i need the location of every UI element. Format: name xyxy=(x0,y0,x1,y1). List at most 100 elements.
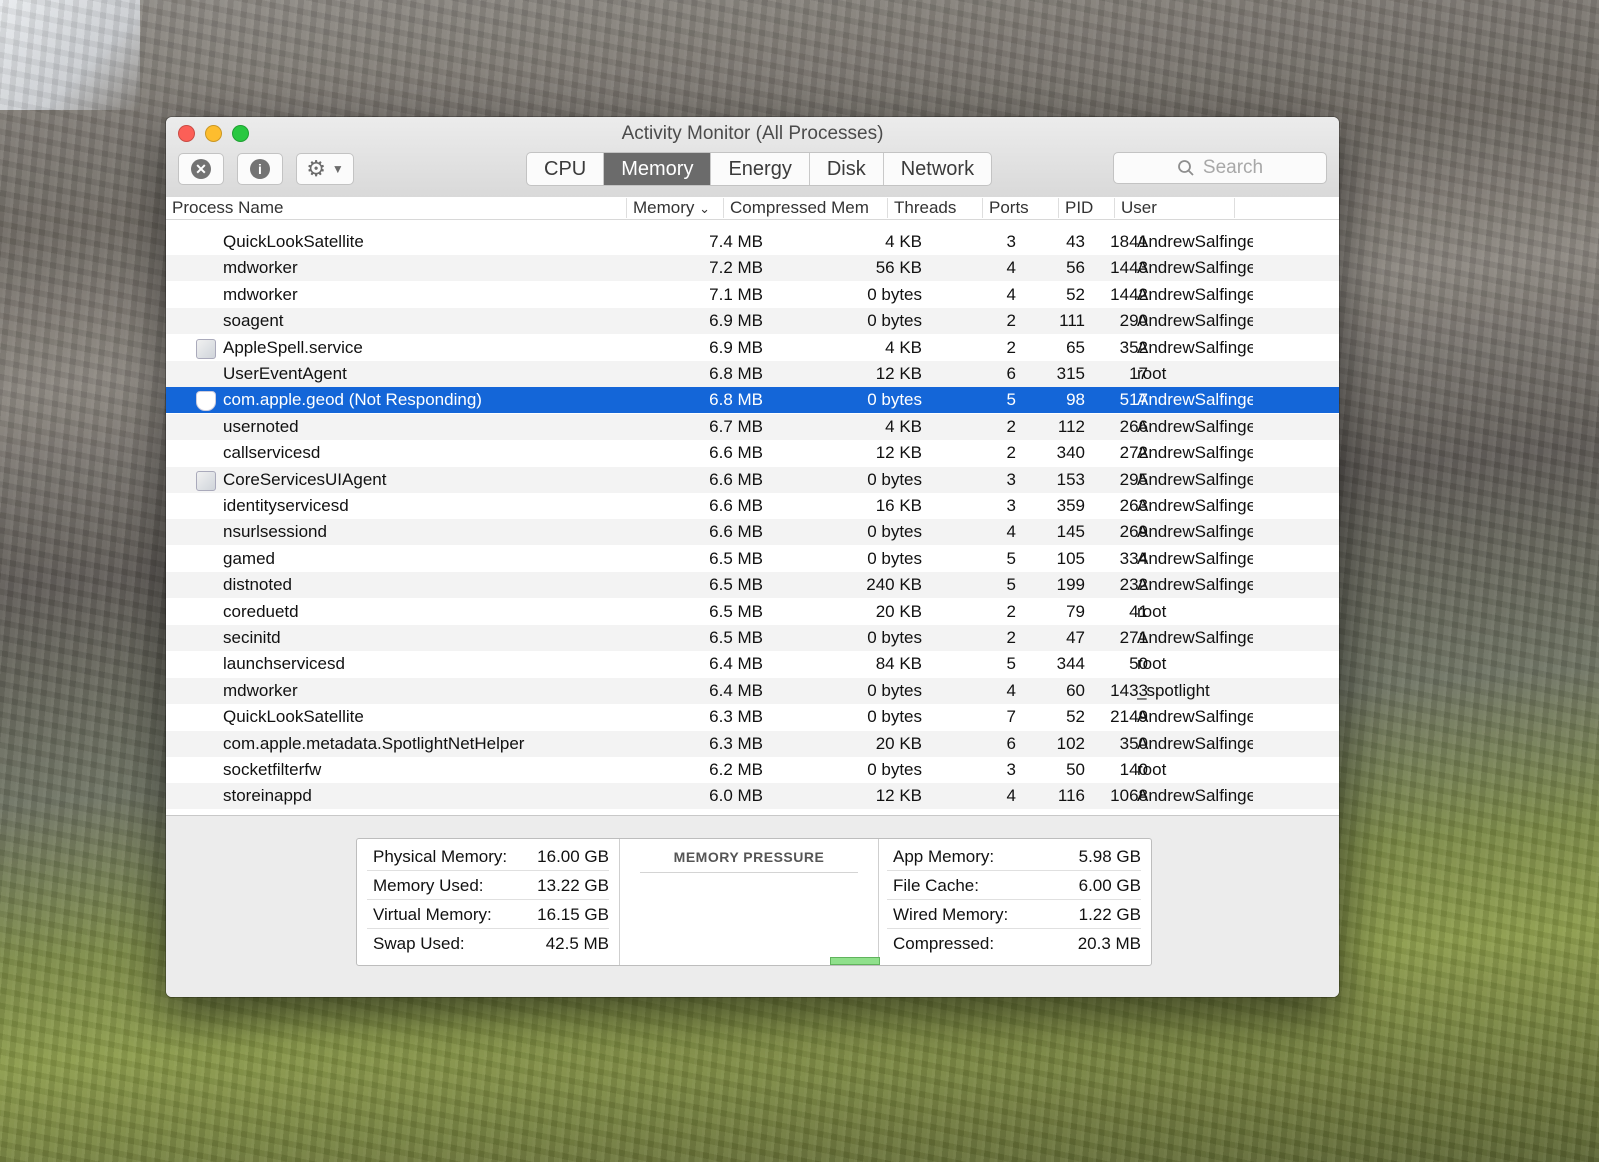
table-row[interactable]: QuickLookSatellite 6.3 MB 0 bytes 7 52 2149 An… xyxy=(166,704,1339,730)
table-row[interactable]: nsurlsessiond 6.6 MB 0 bytes 4 145 269 AndrewS… xyxy=(166,519,1339,546)
table-row[interactable]: coreduetd 6.5 MB 20 KB 2 79 41 root xyxy=(166,599,1339,625)
table-row[interactable]: gamed 6.5 MB 0 bytes 5 105 334 AndrewSalfinge xyxy=(166,546,1339,572)
cell-compressed: 12 KB xyxy=(875,443,922,463)
table-row[interactable]: QuickLookSatellite 7.4 MB 4 KB 3 43 1841 Andre… xyxy=(166,229,1339,255)
column-process-name[interactable]: Process Name xyxy=(166,198,627,218)
stat-label: Swap Used: xyxy=(373,934,465,953)
cell-ports: 145 xyxy=(1056,522,1085,542)
process-name: distnoted xyxy=(223,575,292,595)
cell-threads: 3 xyxy=(1006,496,1016,515)
column-ports[interactable]: Ports xyxy=(983,198,1059,218)
table-row[interactable]: com.apple.metadata.SpotlightNetHelper 6.3… xyxy=(166,730,1339,757)
table-row[interactable]: distnoted 6.5 MB 240 KB 5 199 232 AndrewSalfin… xyxy=(166,572,1339,599)
tab-energy[interactable]: Energy xyxy=(711,153,810,185)
tab-network[interactable]: Network xyxy=(884,153,991,185)
inspect-process-button[interactable]: i xyxy=(237,153,283,185)
stat-value: 20.3 MB xyxy=(1077,934,1141,953)
tab-disk[interactable]: Disk xyxy=(810,153,884,185)
table-row[interactable]: identityservicesd 6.6 MB 16 KB 3 359 263 Andre… xyxy=(166,493,1339,519)
cell-memory: 6.5 MB xyxy=(709,628,763,647)
cell-memory: 6.2 MB xyxy=(709,760,763,779)
column-threads[interactable]: Threads xyxy=(888,198,983,218)
action-menu-button[interactable]: ⚙ ▼ xyxy=(296,153,354,185)
table-row[interactable]: callservicesd 6.6 MB 12 KB 2 340 272 AndrewSal… xyxy=(166,440,1339,466)
table-row[interactable]: mdworker 7.2 MB 56 KB 4 56 1443 AndrewSalfinge xyxy=(166,255,1339,282)
stat-value: 5.98 GB xyxy=(1078,847,1141,866)
table-row[interactable]: usernoted 6.7 MB 4 KB 2 112 266 AndrewSalfinge xyxy=(166,413,1339,440)
table-row[interactable]: secinitd 6.5 MB 0 bytes 2 47 271 AndrewSalfing… xyxy=(166,625,1339,651)
table-row[interactable]: soagent 6.9 MB 0 bytes 2 111 290 AndrewSalfing… xyxy=(166,308,1339,335)
stat-row: Compressed: 20.3 MB xyxy=(887,928,1141,957)
cell-threads: 4 xyxy=(1006,522,1016,542)
stat-value: 16.15 GB xyxy=(537,905,609,924)
table-row[interactable]: storeinappd 6.0 MB 12 KB 4 116 1068 AndrewSalf… xyxy=(166,783,1339,810)
cell-user: AndrewSalfinge xyxy=(1137,311,1253,331)
cell-threads: 3 xyxy=(1006,469,1016,489)
column-memory[interactable]: Memory ⌄ xyxy=(627,198,724,218)
tab-memory[interactable]: Memory xyxy=(604,153,712,185)
stat-label: Compressed: xyxy=(893,934,995,953)
process-name: QuickLookSatellite xyxy=(223,707,364,727)
memory-stats-box: Physical Memory: 16.00 GB Memory Used: 13.2… xyxy=(356,838,1152,966)
cell-ports: 105 xyxy=(1056,548,1085,568)
cell-compressed: 0 bytes xyxy=(867,469,922,489)
column-pid[interactable]: PID xyxy=(1059,198,1115,218)
process-name: com.apple.geod (Not Responding) xyxy=(223,390,482,410)
table-row[interactable]: launchservicesd 6.4 MB 84 KB 5 344 50 root xyxy=(166,651,1339,677)
cell-memory: 6.7 MB xyxy=(709,416,763,436)
cell-user: _spotlight xyxy=(1137,680,1210,700)
table-row[interactable]: CoreServicesUIAgent 6.6 MB 0 bytes 3 153 295 A… xyxy=(166,466,1339,493)
process-name: CoreServicesUIAgent xyxy=(223,469,387,489)
cell-memory: 6.6 MB xyxy=(709,496,763,515)
sort-indicator-icon: ⌄ xyxy=(699,201,711,216)
cell-threads: 2 xyxy=(1006,601,1016,621)
cell-threads: 6 xyxy=(1006,364,1016,383)
cell-ports: 52 xyxy=(1066,707,1085,727)
cell-threads: 2 xyxy=(1006,311,1016,331)
cell-compressed: 56 KB xyxy=(875,258,922,278)
cell-user: AndrewSalfinge xyxy=(1137,786,1253,806)
process-name: nsurlsessiond xyxy=(223,522,327,542)
cell-ports: 50 xyxy=(1066,760,1085,779)
stat-row: Swap Used: 42.5 MB xyxy=(367,928,609,957)
cell-ports: 102 xyxy=(1056,733,1085,753)
cell-memory: 6.6 MB xyxy=(709,469,763,489)
window-title: Activity Monitor (All Processes) xyxy=(621,123,884,144)
quit-process-button[interactable]: ✕ xyxy=(178,153,224,185)
process-name: soagent xyxy=(223,311,284,331)
cell-user: AndrewSalfinge xyxy=(1137,522,1253,542)
cell-ports: 52 xyxy=(1066,284,1085,304)
cell-threads: 3 xyxy=(1006,760,1016,779)
app-document-icon xyxy=(196,338,216,359)
stat-row: App Memory: 5.98 GB xyxy=(887,841,1141,871)
table-row[interactable]: socketfilterfw 6.2 MB 0 bytes 3 50 140 root xyxy=(166,757,1339,783)
search-field[interactable]: Search xyxy=(1113,152,1327,184)
activity-monitor-window: Activity Monitor (All Processes) ✕ i ⚙ ▼… xyxy=(166,117,1339,997)
table-row[interactable]: UserEventAgent 6.8 MB 12 KB 6 315 17 root xyxy=(166,361,1339,387)
cell-memory: 7.4 MB xyxy=(709,232,763,251)
cell-ports: 340 xyxy=(1056,443,1085,463)
cell-ports: 43 xyxy=(1066,232,1085,251)
cell-ports: 65 xyxy=(1066,337,1085,357)
cell-user: root xyxy=(1137,760,1167,779)
cell-compressed: 20 KB xyxy=(875,601,922,621)
process-name: UserEventAgent xyxy=(223,364,347,383)
cell-compressed: 0 bytes xyxy=(867,311,922,331)
table-row[interactable]: com.apple.geod (Not Responding) 6.8 MB 0 b… xyxy=(166,387,1339,414)
cell-threads: 2 xyxy=(1006,443,1016,463)
column-user[interactable]: User xyxy=(1115,198,1235,218)
shield-icon xyxy=(196,391,216,412)
cell-ports: 79 xyxy=(1066,601,1085,621)
table-row[interactable]: mdworker 7.1 MB 0 bytes 4 52 1442 AndrewSalfin… xyxy=(166,282,1339,308)
tab-cpu[interactable]: CPU xyxy=(527,153,605,185)
info-icon: i xyxy=(250,159,270,179)
table-row[interactable]: mdworker 6.4 MB 0 bytes 4 60 1433 _spotlight xyxy=(166,677,1339,704)
cell-compressed: 0 bytes xyxy=(867,628,922,647)
table-row[interactable]: AppleSpell.service 6.9 MB 4 KB 2 65 352 Andrew… xyxy=(166,335,1339,361)
column-compressed-mem[interactable]: Compressed Mem xyxy=(724,198,888,218)
cell-memory: 7.1 MB xyxy=(709,284,763,304)
process-name: mdworker xyxy=(223,680,298,700)
stat-label: App Memory: xyxy=(893,847,995,866)
cell-threads: 4 xyxy=(1006,284,1016,304)
memory-pressure-title: MEMORY PRESSURE xyxy=(673,849,825,865)
